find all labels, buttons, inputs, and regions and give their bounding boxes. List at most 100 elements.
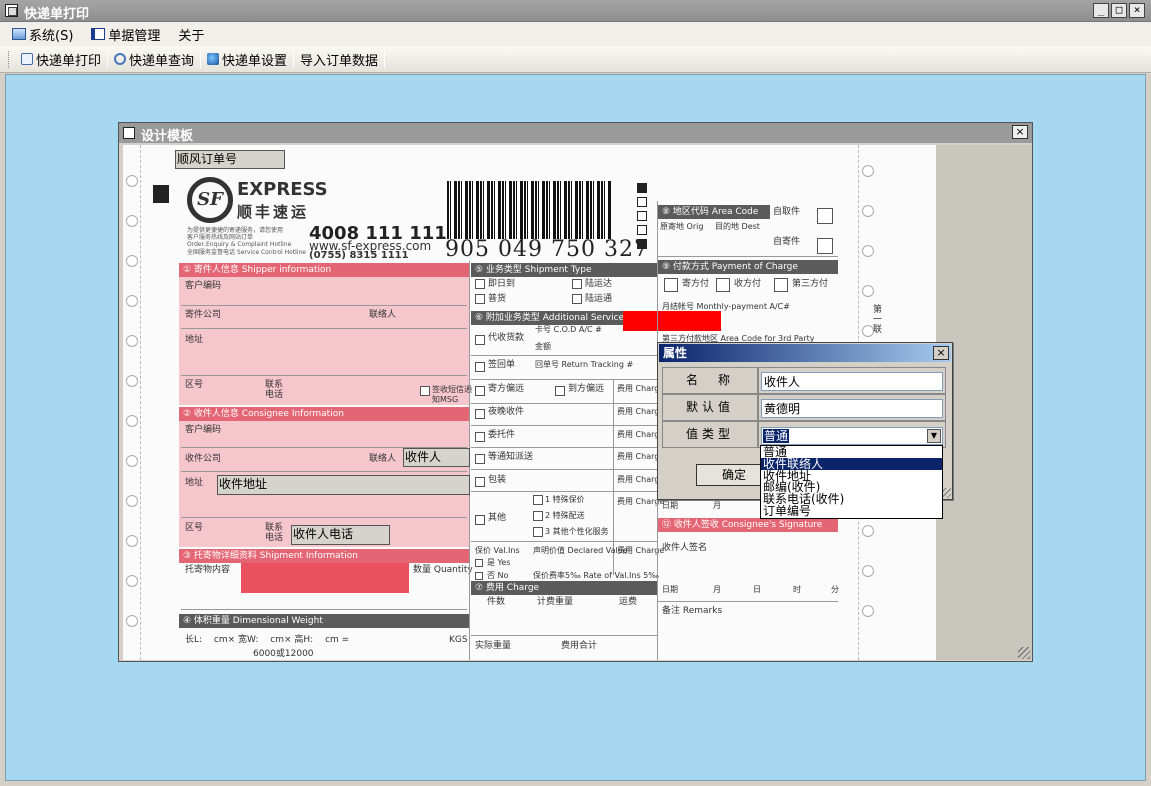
label-date-2: 日期	[662, 585, 678, 594]
remote-shipper-checkbox	[475, 386, 485, 396]
label-dimension-divisor: 6000或12000	[253, 649, 314, 659]
design-window-title: 设计模板	[141, 129, 194, 144]
design-window-icon	[123, 127, 135, 139]
design-window-titlebar[interactable]: 设计模板 ×	[119, 123, 1032, 144]
toolbar-search-label: 快递单查询	[129, 53, 195, 69]
property-dialog-title[interactable]: 属性	[659, 344, 951, 362]
menu-document-label: 单据管理	[108, 28, 161, 44]
dropdown-option-order-no[interactable]: 订单编号	[761, 505, 942, 517]
divider	[471, 491, 657, 492]
toolbar-separator	[384, 50, 386, 68]
divider	[658, 256, 838, 257]
maximize-button[interactable]: □	[1111, 3, 1127, 18]
hotline-note-4: 全国服务监督电话 Service Control Hotline	[187, 249, 306, 256]
label-authorization: 委托件	[488, 430, 516, 440]
label-ins-rate: 保价费率5‰ Rate of Val.Ins 5‰	[533, 571, 659, 580]
label-shipper-area: 区号	[185, 380, 204, 390]
label-goods-content: 托寄物内容	[185, 565, 231, 575]
toolbar-print-button[interactable]: 快递单打印	[15, 49, 107, 69]
label-consignee-customer-no: 客户编码	[185, 425, 222, 435]
menu-about[interactable]: 关于	[178, 25, 204, 44]
template-field-order-no[interactable]: 顺风订单号	[175, 150, 285, 169]
section-consignee: ② 收件人信息 Consignee Information	[179, 407, 469, 421]
property-name-label: 名 称	[662, 367, 758, 394]
property-type-select[interactable]: 普通 ▼	[761, 427, 943, 445]
supervision-hotline: (0755) 8315 1111	[309, 250, 409, 261]
package-checkbox	[475, 477, 485, 487]
resize-grip[interactable]	[1018, 647, 1030, 659]
template-field-consignee-phone[interactable]: 收件人电话	[291, 525, 390, 545]
window-controls: _ □ ×	[1093, 3, 1145, 18]
divider	[471, 425, 657, 426]
divider	[471, 541, 657, 542]
section-goods: ③ 托寄物详细资料 Shipment Information	[179, 549, 469, 563]
label-consignee-area: 区号	[185, 523, 204, 533]
property-default-label: 默认值	[662, 394, 758, 421]
template-field-consignee[interactable]: 收件人	[403, 448, 470, 467]
label-month: 月	[713, 501, 721, 510]
section-shipment-type: ⑤ 业务类型 Shipment Type	[471, 263, 657, 277]
logo-express-text: EXPRESS	[237, 179, 328, 200]
red-marker-box[interactable]	[623, 311, 721, 331]
close-button[interactable]: ×	[1129, 3, 1145, 18]
label-ground: 陆运通	[585, 294, 613, 304]
toolbar-import-label: 导入订单数据	[300, 53, 379, 69]
sms-notice-checkbox	[420, 386, 430, 396]
section-shipper: ① 寄件人信息 Shipper information	[179, 263, 469, 277]
label-month-2: 月	[713, 585, 721, 594]
toolbar-grip[interactable]	[8, 50, 11, 68]
label-remote-shipper: 寄方偏远	[488, 384, 525, 394]
label-remote-consignee: 到方偏远	[568, 384, 605, 394]
label-delivery-notice: 等通知派送	[488, 452, 534, 462]
label-consignee-signature: 收件人签名	[662, 543, 708, 553]
return-receipt-checkbox	[475, 362, 485, 372]
divider	[471, 403, 657, 404]
label-return-receipt: 签回单	[488, 360, 516, 370]
label-special-delivery: 2 特殊配送	[545, 511, 585, 520]
toolbar-import-button[interactable]: 导入订单数据	[294, 49, 384, 69]
remote-consignee-checkbox	[555, 386, 565, 396]
label-ins-no: 否 No	[487, 571, 509, 580]
chevron-down-icon[interactable]: ▼	[927, 429, 941, 443]
property-type-label: 值类型	[662, 421, 758, 448]
label-return-no: 回单号 Return Tracking #	[535, 360, 634, 369]
label-pieces: 件数	[487, 597, 506, 607]
property-row-name: 名 称	[662, 367, 946, 394]
property-default-input[interactable]	[761, 399, 943, 418]
label-shipper-contact: 联络人	[369, 310, 397, 320]
self-send-checkbox	[817, 238, 833, 254]
cod-checkbox	[475, 335, 485, 345]
sf-logo-icon: SF	[187, 177, 233, 223]
ground-checkbox	[572, 294, 582, 304]
divider	[181, 305, 467, 306]
design-window-close-button[interactable]: ×	[1012, 125, 1028, 139]
dropdown-option-consignee-contact[interactable]: 收件联络人	[761, 457, 942, 470]
toolbar-search-button[interactable]: 快递单查询	[108, 49, 200, 69]
hotline-note-3: Order,Enquiry & Complaint Hotline	[187, 241, 292, 248]
cargo-checkbox	[475, 294, 485, 304]
label-pay-third: 第三方付	[792, 279, 829, 289]
property-dialog-close-button[interactable]: ×	[933, 346, 949, 360]
label-kgs: KGS	[449, 635, 468, 645]
toolbar-settings-button[interactable]: 快递单设置	[201, 49, 293, 69]
section-dimension: ④ 体积重量 Dimensional Weight	[179, 614, 469, 628]
divider	[471, 469, 657, 470]
label-consignee-contact: 联络人	[369, 454, 397, 464]
template-field-consignee-address[interactable]: 收件地址	[217, 475, 470, 495]
label-ins-yes: 是 Yes	[487, 558, 511, 567]
property-name-input[interactable]	[761, 372, 943, 391]
divider	[471, 355, 657, 356]
minimize-button[interactable]: _	[1093, 3, 1109, 18]
label-day: 日	[753, 585, 761, 594]
label-dest: 目的地 Dest	[715, 222, 760, 231]
menu-about-label: 关于	[178, 28, 205, 44]
barcode-number: 905 049 750 327	[445, 237, 649, 262]
goods-warning-box	[241, 563, 409, 593]
app-window-icon	[5, 4, 18, 17]
menu-system[interactable]: 系统(S)	[12, 25, 73, 44]
toolbar-print-label: 快递单打印	[36, 53, 102, 69]
toolbar: 快递单打印 快递单查询 快递单设置 导入订单数据	[0, 46, 1151, 73]
menu-document-management[interactable]: 单据管理	[91, 25, 160, 44]
label-overland: 陆运达	[585, 279, 613, 289]
label-other: 其他	[488, 513, 507, 523]
